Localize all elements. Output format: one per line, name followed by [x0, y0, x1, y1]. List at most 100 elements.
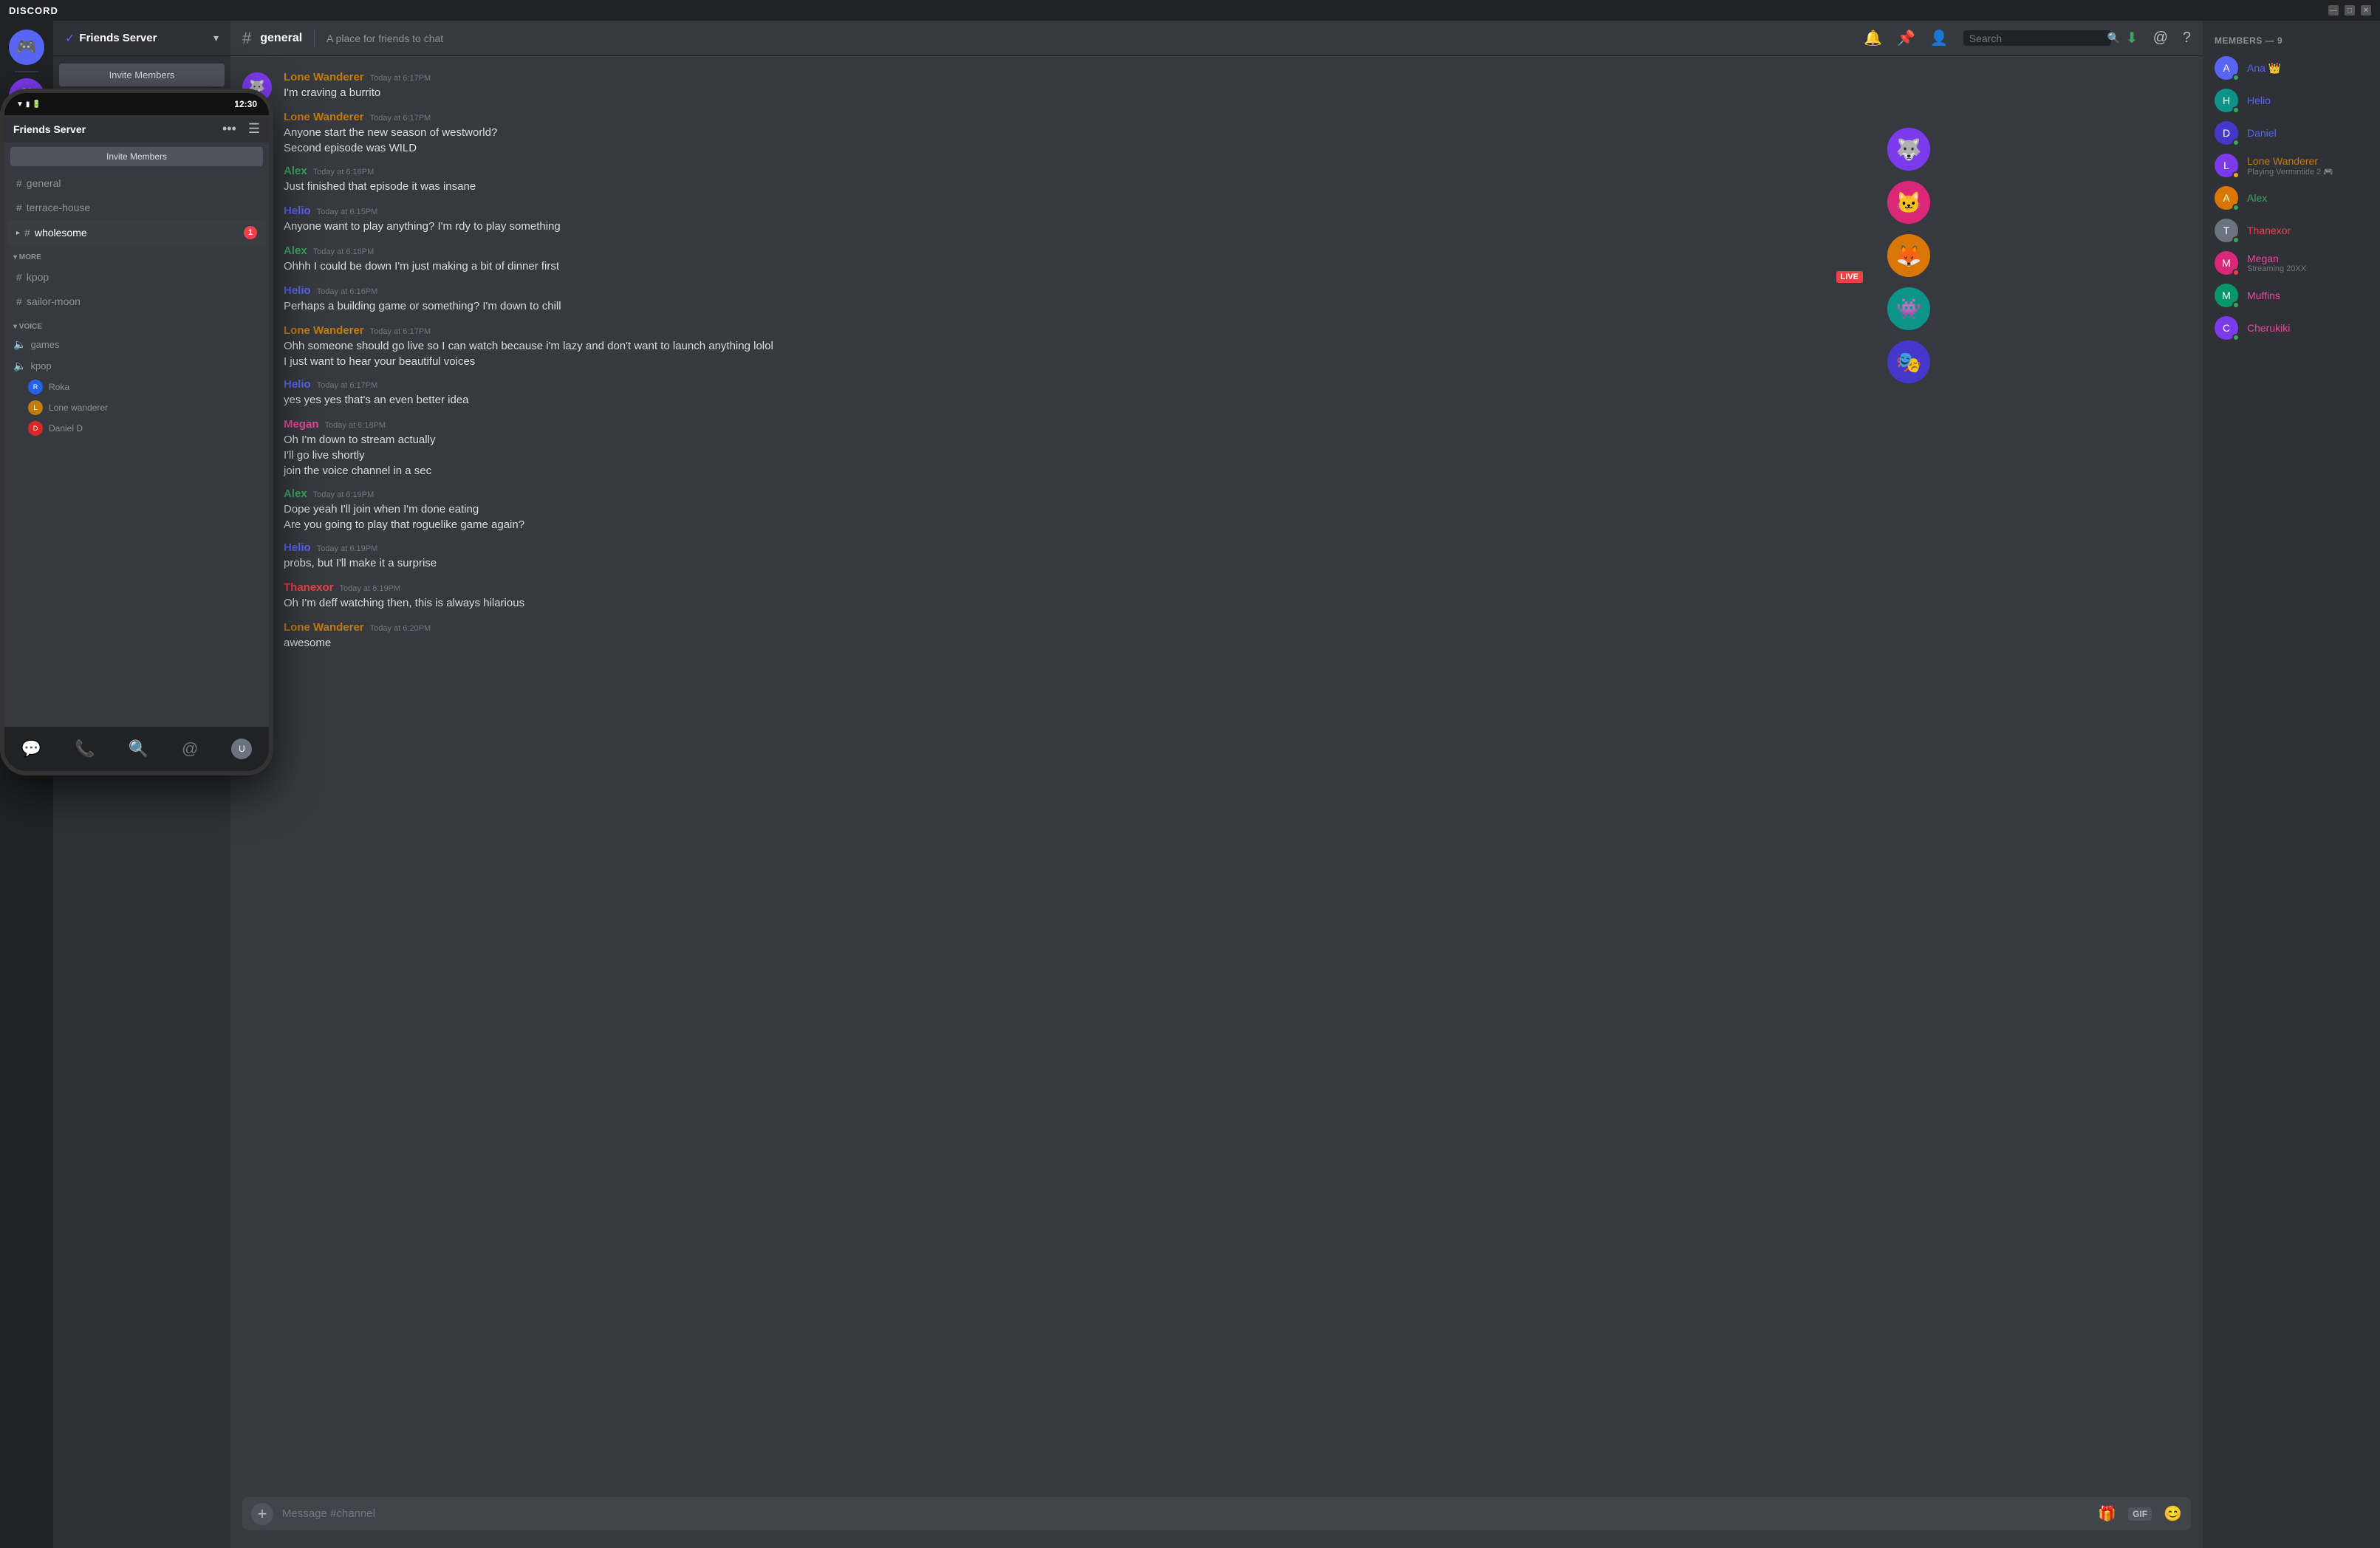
member-avatar-emoji-lone-wanderer: L [2223, 160, 2229, 171]
message-group-9: 🐱 Megan Today at 6:18PM Oh I'm down to s… [230, 415, 2203, 482]
member-info-megan: Megan Streaming 20XX [2247, 253, 2368, 273]
phone-channel-terrace-house[interactable]: # terrace-house [7, 196, 266, 219]
member-item-muffins[interactable]: M Muffins [2209, 279, 2374, 312]
member-activity-megan: Streaming 20XX [2247, 264, 2368, 273]
discord-app: DISCORD — □ ✕ 🎮 🐰 💎 🔮 [0, 0, 2380, 1548]
server-header[interactable]: ✓ Friends Server ▾ [53, 21, 230, 56]
phone-ellipsis-icon[interactable]: ••• [222, 121, 236, 137]
phone-nav-mention-icon[interactable]: @ [182, 739, 198, 758]
message-username-11: Helio [284, 541, 311, 554]
phone-channel-badge-wholesome: 1 [244, 226, 257, 239]
member-status-ana [2232, 74, 2240, 81]
member-name-ana: Ana 👑 [2247, 62, 2281, 74]
phone-body: Friends Server ••• ☰ Invite Members # ge… [4, 115, 269, 771]
gift-icon[interactable]: 🎁 [2098, 1504, 2116, 1523]
phone-voice-games[interactable]: 🔈 games [4, 334, 269, 355]
phone-category-more[interactable]: ▾ MORE [4, 246, 269, 264]
phone-voice-user-name-roka: Roka [49, 382, 69, 392]
phone-channel-name-general: general [27, 177, 61, 189]
member-info-ana: Ana 👑 [2247, 62, 2368, 75]
bell-icon[interactable]: 🔔 [1864, 29, 1882, 47]
message-header-11: Helio Today at 6:19PM [284, 541, 2191, 554]
member-status-megan [2232, 269, 2240, 276]
server-dropdown-icon: ▾ [213, 32, 219, 44]
member-item-helio[interactable]: H Helio [2209, 84, 2374, 117]
phone-notch: ▼ ▮ 🔋 12:30 [4, 93, 269, 115]
phone-channel-wholesome[interactable]: ▸ # wholesome 1 [7, 220, 266, 245]
minimize-btn[interactable]: — [2328, 5, 2339, 16]
mention-icon[interactable]: @ [2153, 30, 2168, 47]
member-status-cherukiki [2232, 334, 2240, 341]
phone-voice-icon: 🔈 [13, 360, 26, 372]
pin-icon[interactable]: 📌 [1897, 29, 1915, 47]
phone-channel-kpop[interactable]: # kpop [7, 265, 266, 289]
phone-voice-user-lone-wanderer[interactable]: L Lone wanderer [4, 397, 269, 418]
member-item-cherukiki[interactable]: C Cherukiki [2209, 312, 2374, 344]
help-icon[interactable]: ? [2183, 30, 2191, 47]
member-info-thanexor: Thanexor [2247, 225, 2368, 236]
phone-category-voice[interactable]: ▾ VOICE [4, 314, 269, 334]
message-header-12: Thanexor Today at 6:19PM [284, 581, 2191, 594]
phone-nav-avatar[interactable]: U [231, 739, 252, 759]
message-text-13: awesome [284, 635, 2191, 651]
close-btn[interactable]: ✕ [2361, 5, 2371, 16]
phone-nav-search-icon[interactable]: 🔍 [129, 739, 148, 758]
phone-hash-icon: # [16, 295, 22, 307]
message-timestamp-12: Today at 6:19PM [340, 584, 401, 593]
member-crown-icon: 👑 [2268, 62, 2281, 74]
signal-icon: ▮ [26, 100, 30, 109]
member-item-alex[interactable]: A Alex [2209, 182, 2374, 214]
phone-nav-phone-icon[interactable]: 📞 [75, 739, 95, 758]
message-timestamp-11: Today at 6:19PM [317, 544, 378, 553]
phone-channels-list: # general # terrace-house ▸ # wholesome … [4, 171, 269, 727]
message-attach-button[interactable]: + [251, 1503, 273, 1525]
emoji-icon[interactable]: 😊 [2164, 1504, 2182, 1523]
member-status-thanexor [2232, 236, 2240, 244]
maximize-btn[interactable]: □ [2345, 5, 2355, 16]
search-input[interactable] [1969, 32, 2103, 44]
phone-voice-kpop[interactable]: 🔈 kpop [4, 355, 269, 377]
phone-avatar-1: 🐺 [1885, 126, 1932, 173]
member-avatar-daniel: D [2215, 121, 2238, 145]
members-icon[interactable]: 👤 [1930, 29, 1949, 47]
message-timestamp-8: Today at 6:17PM [317, 381, 378, 390]
member-avatar-thanexor: T [2215, 219, 2238, 242]
message-username-2: Lone Wanderer [284, 111, 364, 123]
message-timestamp-3: Today at 6:16PM [313, 168, 375, 177]
member-item-daniel[interactable]: D Daniel [2209, 117, 2374, 149]
member-name-daniel: Daniel [2247, 127, 2277, 139]
member-avatar-lone-wanderer: L [2215, 154, 2238, 177]
member-item-lone-wanderer[interactable]: L Lone Wanderer Playing Vermintide 2 🎮 [2209, 149, 2374, 182]
discord-logo-icon: 🎮 [16, 38, 36, 57]
phone-voice-avatar-lone-wanderer: L [28, 400, 43, 415]
members-sidebar: MEMBERS — 9 A Ana 👑 H Helio [2203, 21, 2380, 1548]
message-input-field[interactable] [282, 1497, 2089, 1530]
member-avatar-emoji-helio: H [2223, 95, 2230, 106]
message-timestamp-5: Today at 6:16PM [313, 247, 375, 256]
message-text-9b: I'll go live shortly [284, 448, 2191, 463]
phone-voice-user-roka[interactable]: R Roka [4, 377, 269, 397]
message-content-1: Lone Wanderer Today at 6:17PM I'm cravin… [284, 71, 2191, 102]
phone-menu-icon[interactable]: ☰ [248, 121, 260, 137]
gif-button[interactable]: GIF [2128, 1507, 2152, 1521]
phone-voice-name-games: games [30, 339, 59, 350]
member-avatar-ana: A [2215, 56, 2238, 80]
live-badge-container: LIVE [1836, 270, 1863, 281]
member-item-thanexor[interactable]: T Thanexor [2209, 214, 2374, 247]
download-icon[interactable]: ⬇ [2126, 29, 2138, 47]
phone-invite-button[interactable]: Invite Members [10, 147, 263, 166]
phone-nav-chat-icon[interactable]: 💬 [21, 739, 41, 758]
member-item-megan[interactable]: M Megan Streaming 20XX [2209, 247, 2374, 279]
phone-hash-icon: # [16, 177, 22, 189]
member-avatar-cherukiki: C [2215, 316, 2238, 340]
phone-channel-general[interactable]: # general [7, 171, 266, 195]
invite-members-button[interactable]: Invite Members [59, 64, 225, 86]
message-content-11: Helio Today at 6:19PM probs, but I'll ma… [284, 541, 2191, 572]
search-box[interactable]: 🔍 [1963, 30, 2111, 46]
message-text-10b: Are you going to play that roguelike gam… [284, 517, 2191, 532]
phone-voice-user-daniel-d[interactable]: D Daniel D [4, 418, 269, 439]
phone-channel-sailor-moon[interactable]: # sailor-moon [7, 290, 266, 313]
member-item-ana[interactable]: A Ana 👑 [2209, 52, 2374, 84]
server-icon-discord-home[interactable]: 🎮 [9, 30, 44, 65]
phone-chat-avatars: 🐺 🐱 🦊 👾 🎭 [1885, 126, 1966, 386]
